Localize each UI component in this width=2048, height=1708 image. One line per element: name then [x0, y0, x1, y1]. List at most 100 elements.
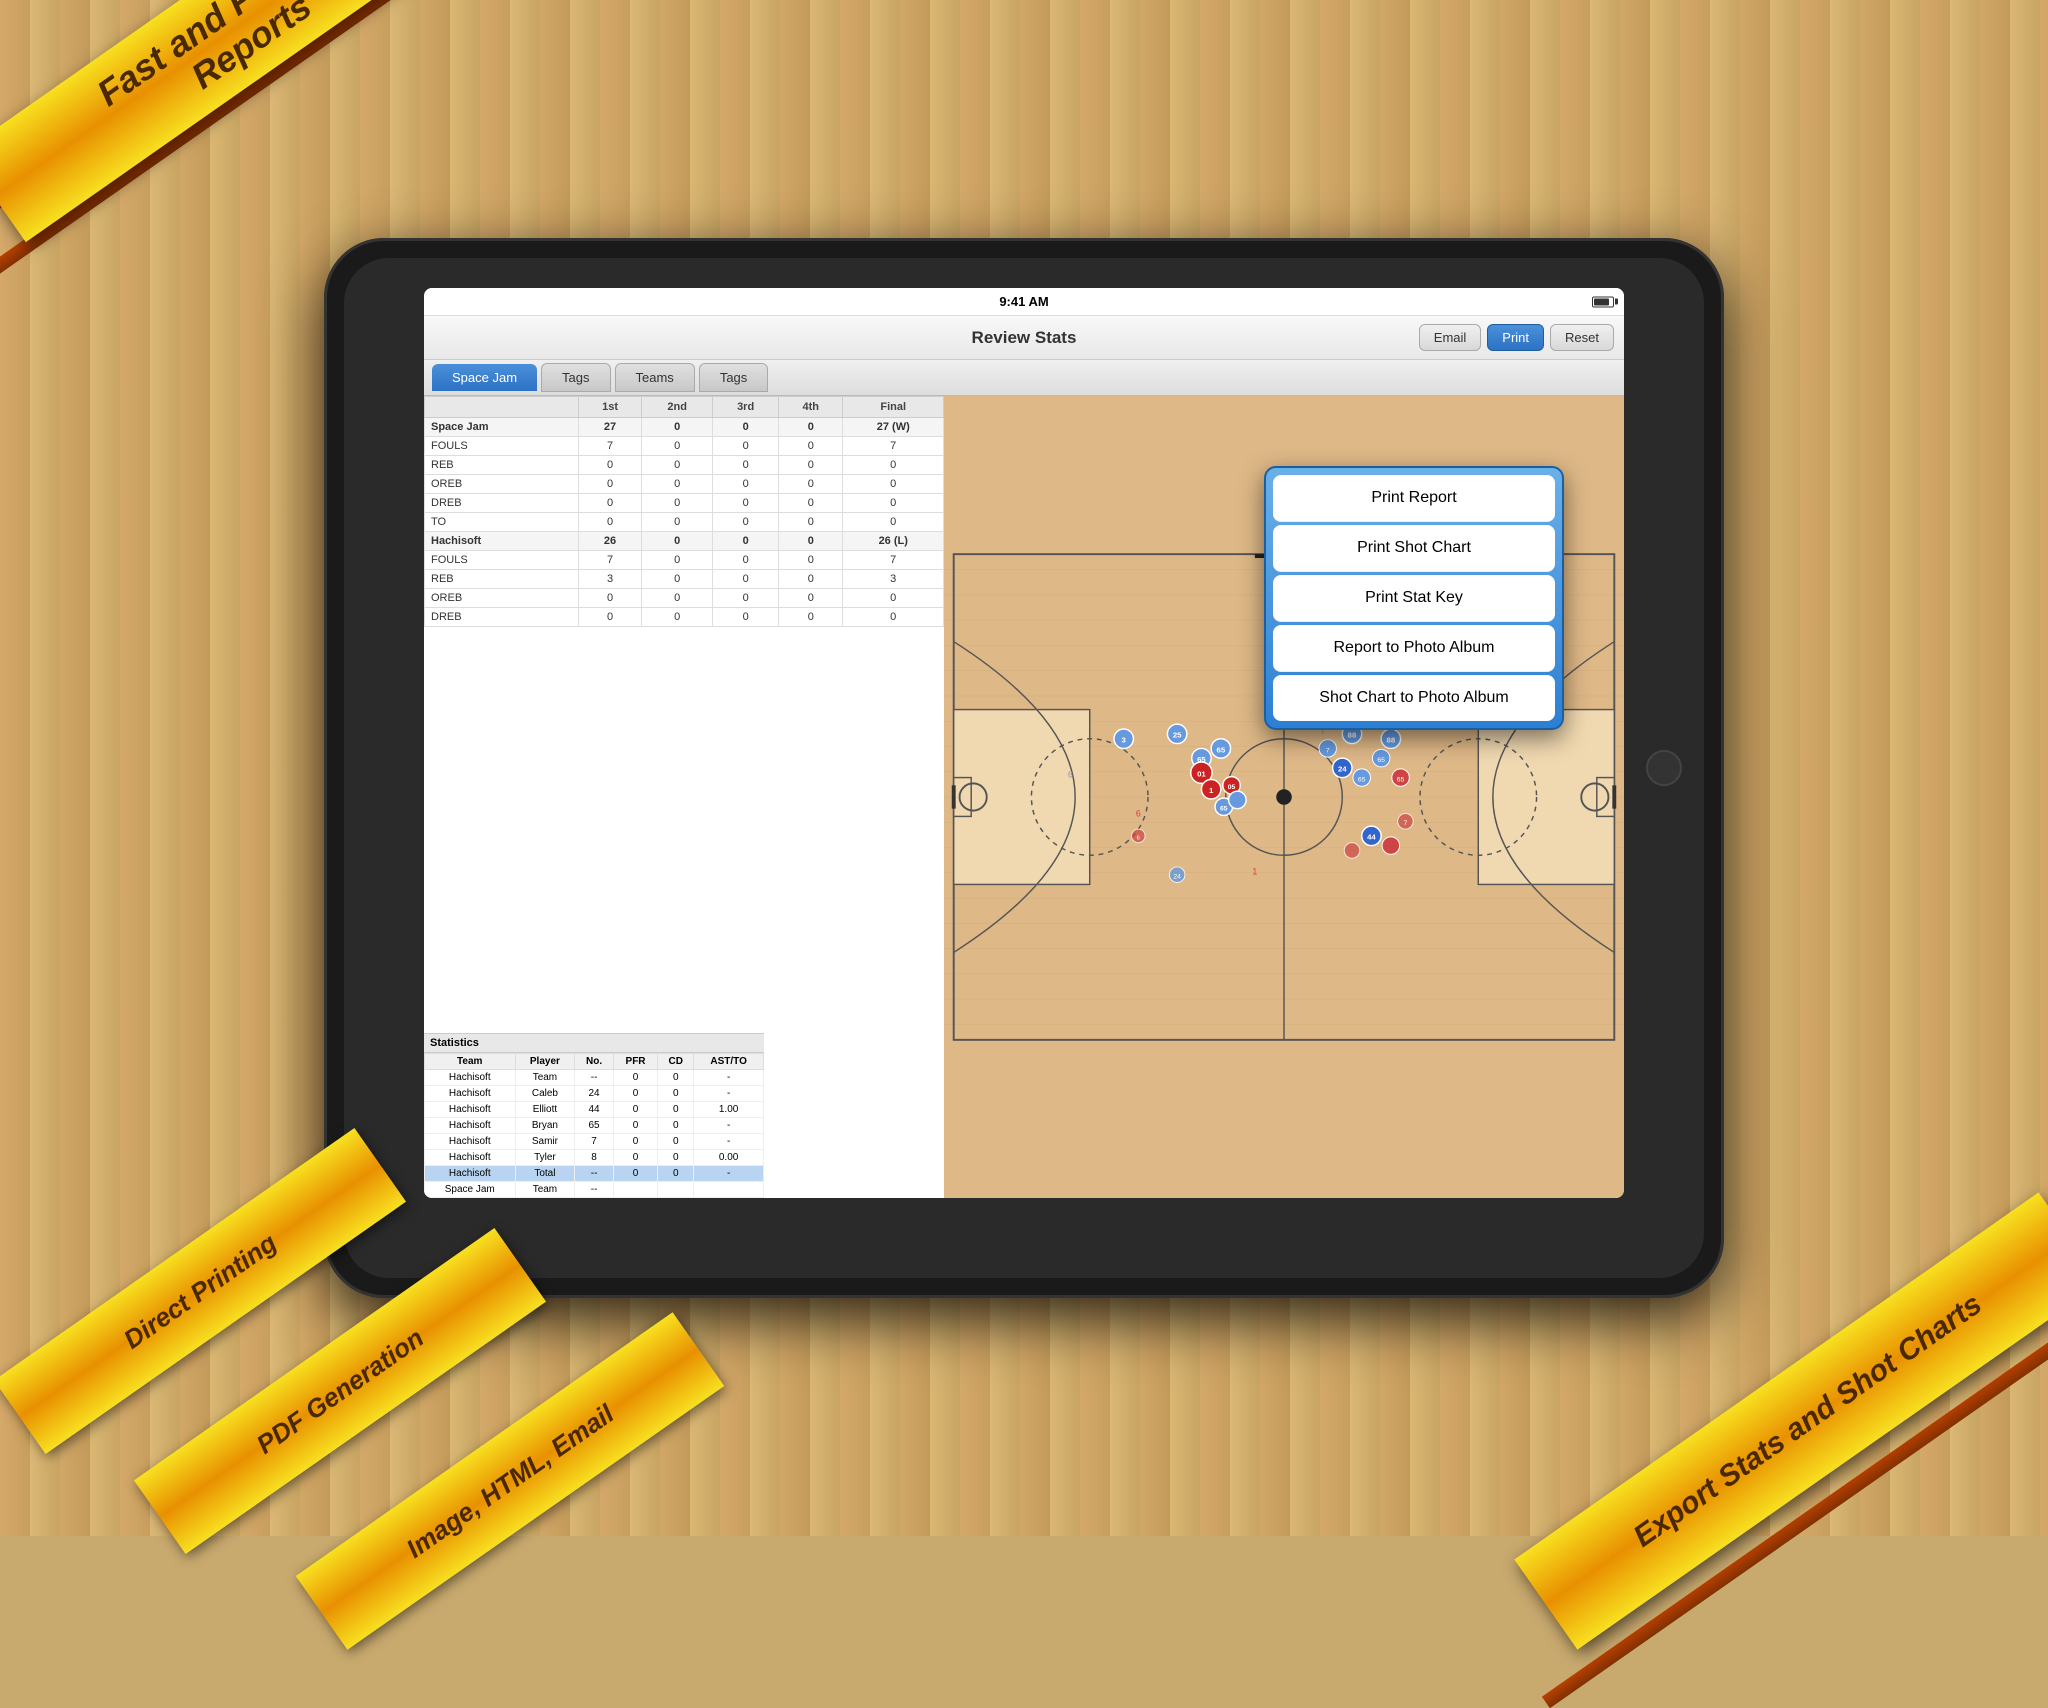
table-row: Space Jam Team -- [425, 1182, 764, 1198]
shot-chart-to-photo-album-button[interactable]: Shot Chart to Photo Album [1273, 675, 1555, 721]
player-no: -- [575, 1182, 613, 1198]
tab-teams[interactable]: Teams [615, 363, 695, 392]
stat-astto: - [694, 1166, 764, 1182]
player-team: Hachisoft [425, 1070, 516, 1086]
nav-buttons: Email Print Reset [1419, 324, 1614, 351]
stat-cell: 0 [779, 570, 843, 589]
print-popup: Print Report Print Shot Chart Print Stat… [1264, 466, 1564, 730]
stat-pfr: 0 [613, 1118, 657, 1134]
player-name: Tyler [515, 1150, 575, 1166]
final-score: 27 (W) [843, 418, 944, 437]
stat-cell: 0 [642, 608, 713, 627]
col-no: No. [575, 1054, 613, 1070]
svg-text:01: 01 [1197, 770, 1206, 779]
stat-cell: 7 [843, 437, 944, 456]
svg-text:7: 7 [1404, 820, 1408, 827]
stat-cd [658, 1182, 694, 1198]
print-report-button[interactable]: Print Report [1273, 475, 1555, 522]
stat-cell: 0 [779, 589, 843, 608]
player-no: 8 [575, 1150, 613, 1166]
stat-cell: 0 [843, 494, 944, 513]
svg-text:88: 88 [1348, 731, 1357, 740]
stat-pfr: 0 [613, 1166, 657, 1182]
stat-cell: 7 [578, 551, 641, 570]
player-team: Hachisoft [425, 1166, 516, 1182]
table-row: Space Jam 27 0 0 0 27 (W) [425, 418, 944, 437]
stat-name: FOULS [425, 437, 579, 456]
score-cell: 0 [713, 418, 779, 437]
svg-text:1: 1 [1252, 867, 1257, 877]
stat-cell: 0 [642, 570, 713, 589]
stat-cell: 0 [713, 589, 779, 608]
svg-text:65: 65 [1358, 776, 1366, 783]
report-to-photo-album-button[interactable]: Report to Photo Album [1273, 625, 1555, 672]
nav-title: Review Stats [972, 328, 1077, 348]
stat-astto: - [694, 1070, 764, 1086]
time-display: 9:41 AM [999, 294, 1048, 309]
stat-cell: 0 [642, 456, 713, 475]
player-team: Hachisoft [425, 1134, 516, 1150]
stat-cell: 0 [578, 475, 641, 494]
reset-button[interactable]: Reset [1550, 324, 1614, 351]
svg-text:65: 65 [1217, 745, 1226, 754]
table-row: TO 0 0 0 0 0 [425, 513, 944, 532]
stat-pfr: 0 [613, 1070, 657, 1086]
player-stats-table: Team Player No. PFR CD AST/TO [424, 1053, 764, 1198]
player-no: 24 [575, 1086, 613, 1102]
print-stat-key-button[interactable]: Print Stat Key [1273, 575, 1555, 622]
score-table: 1st 2nd 3rd 4th Final Space Jam 27 [424, 396, 944, 627]
svg-text:24: 24 [1338, 765, 1347, 774]
content-area: 1st 2nd 3rd 4th Final Space Jam 27 [424, 396, 1624, 1198]
stat-astto: - [694, 1134, 764, 1150]
player-team: Hachisoft [425, 1102, 516, 1118]
player-name: Bryan [515, 1118, 575, 1134]
stat-cell: 0 [713, 513, 779, 532]
battery-icon [1592, 296, 1614, 307]
svg-text:3: 3 [1122, 736, 1127, 745]
statistics-header: Statistics [424, 1034, 764, 1053]
team-name: Space Jam [425, 418, 579, 437]
nav-bar: Review Stats Email Print Reset [424, 316, 1624, 360]
stat-cell: 0 [642, 513, 713, 532]
table-row: Hachisoft Samir 7 0 0 - [425, 1134, 764, 1150]
stat-cell: 0 [713, 570, 779, 589]
print-button[interactable]: Print [1487, 324, 1544, 351]
table-row: Hachisoft 26 0 0 0 26 (L) [425, 532, 944, 551]
email-button[interactable]: Email [1419, 324, 1482, 351]
bottom-stats-panel: Statistics Team Player No. PFR CD AST/TO [424, 1033, 764, 1198]
print-shot-chart-button[interactable]: Print Shot Chart [1273, 525, 1555, 572]
player-no: 65 [575, 1118, 613, 1134]
col-1st: 1st [578, 397, 641, 418]
col-team [425, 397, 579, 418]
home-button[interactable] [1646, 750, 1682, 786]
tab-tags-2[interactable]: Tags [699, 363, 768, 392]
table-row: Hachisoft Elliott 44 0 0 1.00 [425, 1102, 764, 1118]
svg-text:1: 1 [1209, 786, 1214, 795]
stat-cell: 0 [642, 475, 713, 494]
tab-tags-1[interactable]: Tags [541, 363, 610, 392]
table-row: OREB 0 0 0 0 0 [425, 589, 944, 608]
player-name: Elliott [515, 1102, 575, 1118]
battery-fill [1594, 298, 1609, 305]
col-cd: CD [658, 1054, 694, 1070]
score-cell: 0 [713, 532, 779, 551]
stat-cell: 0 [779, 608, 843, 627]
stat-cell: 0 [713, 494, 779, 513]
stat-cell: 0 [642, 437, 713, 456]
table-row: OREB 0 0 0 0 0 [425, 475, 944, 494]
stat-astto: 1.00 [694, 1102, 764, 1118]
stat-astto: - [694, 1118, 764, 1134]
stat-name: REB [425, 570, 579, 589]
stat-cell: 0 [843, 513, 944, 532]
table-row: FOULS 7 0 0 0 7 [425, 551, 944, 570]
svg-text:44: 44 [1367, 833, 1376, 842]
stat-astto: 0.00 [694, 1150, 764, 1166]
stat-cell: 0 [642, 551, 713, 570]
score-cell: 26 [578, 532, 641, 551]
stat-cd: 0 [658, 1150, 694, 1166]
stat-cell: 7 [578, 437, 641, 456]
player-name: Total [515, 1166, 575, 1182]
player-no: 7 [575, 1134, 613, 1150]
tab-space-jam[interactable]: Space Jam [432, 364, 537, 391]
player-name: Team [515, 1182, 575, 1198]
